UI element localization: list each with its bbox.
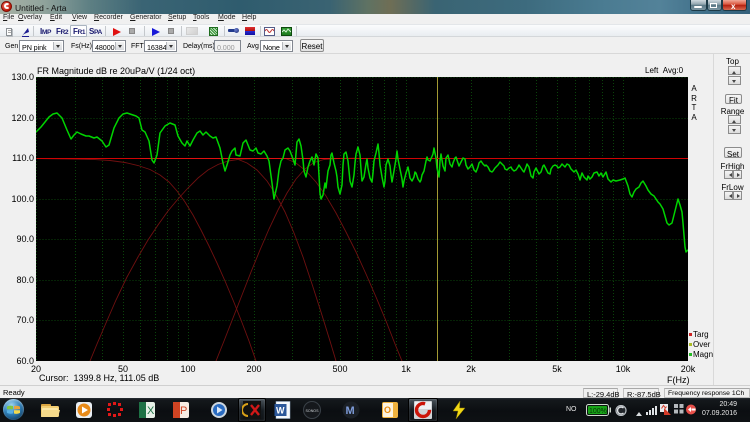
svg-text:O: O: [384, 405, 391, 415]
svg-text:100%: 100%: [589, 408, 607, 415]
svg-text:P: P: [180, 405, 187, 417]
svg-text:W: W: [276, 406, 285, 416]
svg-text:M: M: [346, 405, 355, 417]
svg-text:X: X: [147, 405, 155, 417]
svg-text:SONOS: SONOS: [306, 409, 320, 413]
